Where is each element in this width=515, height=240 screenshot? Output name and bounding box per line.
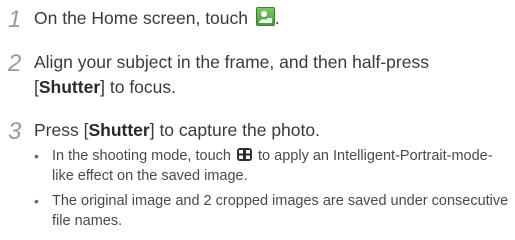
step-1: 1 On the Home screen, touch .: [8, 6, 280, 34]
list-item: • In the shooting mode, touch to apply a…: [34, 148, 493, 184]
shutter-key-label: Shutter: [38, 77, 101, 97]
step-number: 2: [8, 50, 22, 77]
bullet-dot: •: [34, 193, 39, 209]
bullet-dot: •: [34, 148, 39, 164]
step-3: 3 Press [Shutter] to capture the photo.: [8, 118, 320, 146]
list-item: • The original image and 2 cropped image…: [34, 193, 509, 229]
step-text: Align your subject in the frame, and the…: [34, 52, 429, 97]
step-text: Press [Shutter] to capture the photo.: [34, 120, 320, 140]
step-2: 2 Align your subject in the frame, and t…: [8, 50, 429, 100]
smart-portrait-icon: [237, 148, 252, 161]
step-number: 3: [8, 118, 22, 145]
tips-list: • In the shooting mode, touch to apply a…: [34, 146, 509, 236]
camera-app-icon: [255, 7, 275, 26]
step-number: 1: [8, 6, 22, 33]
step-text: On the Home screen, touch .: [34, 7, 280, 28]
shutter-key-label: Shutter: [88, 120, 150, 140]
